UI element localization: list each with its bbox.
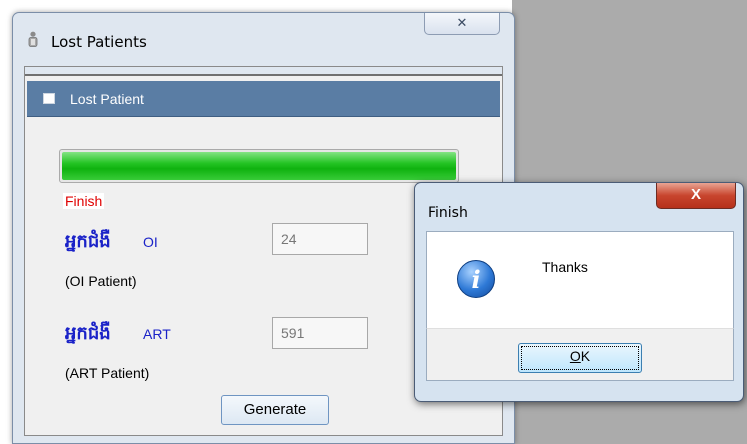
oi-khmer-label: អ្នកជំងឺ xyxy=(65,231,111,252)
art-code-label: ART xyxy=(143,326,171,342)
finish-dialog: Finish X i Thanks OK xyxy=(414,182,744,402)
window-close-button[interactable]: ✕ xyxy=(424,13,500,35)
close-icon: ✕ xyxy=(456,15,468,30)
dialog-message: Thanks xyxy=(542,259,588,275)
progress-bar xyxy=(59,149,459,183)
oi-code-label: OI xyxy=(143,234,158,250)
ok-mnemonic: O xyxy=(569,348,581,364)
art-khmer-label: អ្នកជំងឺ xyxy=(65,323,111,344)
section-header-label: Lost Patient xyxy=(70,91,144,107)
dialog-button-bar: OK xyxy=(426,328,734,381)
oi-english-label: (OI Patient) xyxy=(65,273,137,289)
oi-count-field[interactable]: 24 xyxy=(272,223,368,255)
title-bar[interactable]: Lost Patients ✕ xyxy=(13,13,514,65)
info-icon: i xyxy=(457,260,495,298)
dialog-title: Finish xyxy=(428,205,468,221)
section-header: Lost Patient xyxy=(27,81,500,117)
art-english-label: (ART Patient) xyxy=(65,365,150,381)
ok-button[interactable]: OK xyxy=(518,343,642,373)
menu-strip xyxy=(25,67,502,76)
close-icon: X xyxy=(690,186,701,203)
window-title: Lost Patients xyxy=(51,33,147,51)
art-count-field[interactable]: 591 xyxy=(272,317,368,349)
status-label: Finish xyxy=(63,193,105,209)
generate-button[interactable]: Generate xyxy=(221,395,329,425)
progress-fill xyxy=(62,152,456,180)
dialog-close-button[interactable]: X xyxy=(656,183,736,209)
ok-label-rest: K xyxy=(580,348,591,364)
document-icon xyxy=(43,93,55,104)
person-icon xyxy=(28,31,38,47)
dialog-message-area: i Thanks xyxy=(426,231,734,328)
